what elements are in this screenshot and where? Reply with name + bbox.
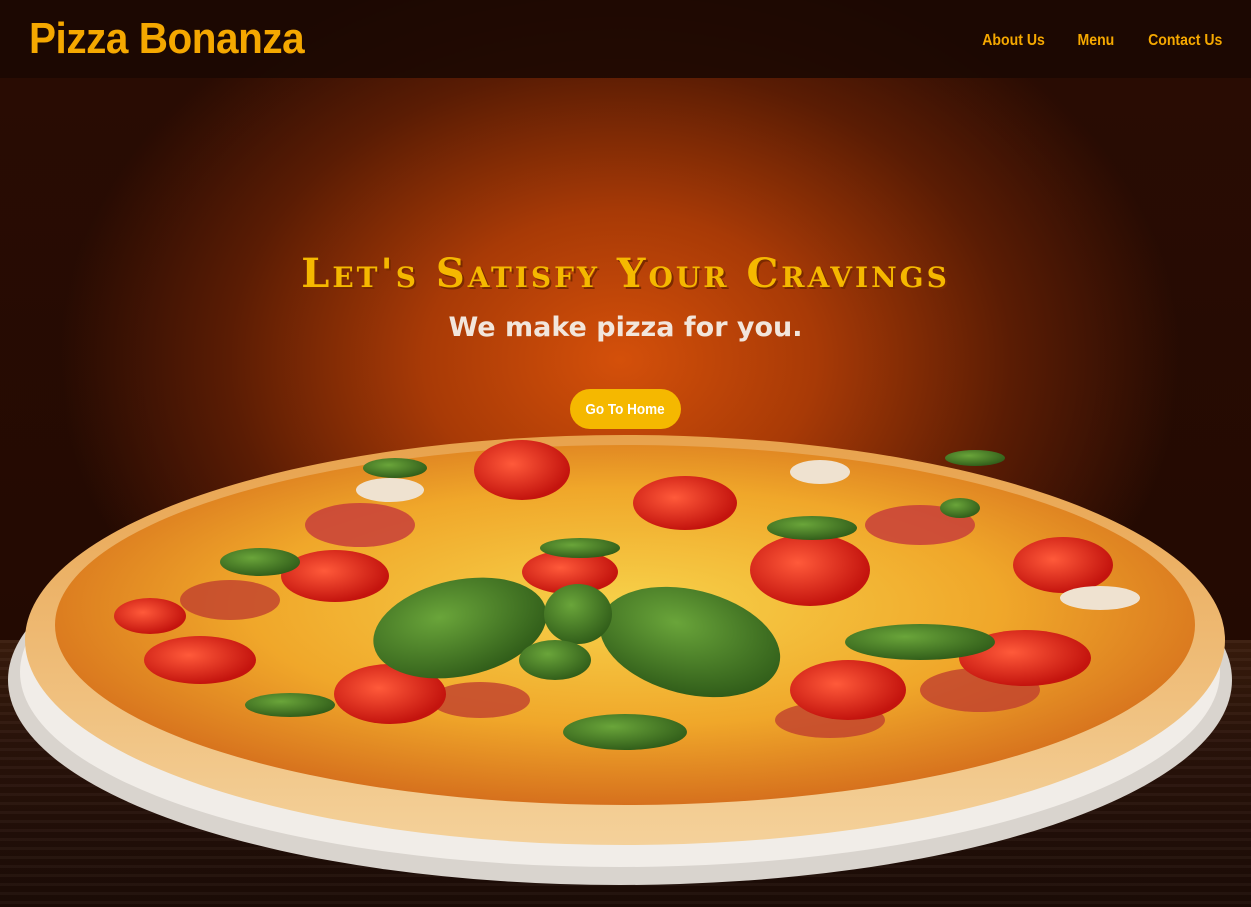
brand-logo[interactable]: Pizza Bonanza xyxy=(29,14,305,64)
hero-subtitle: We make pizza for you. xyxy=(448,312,803,343)
nav-link-menu[interactable]: Menu xyxy=(1077,32,1114,50)
hero-title: Let's Satisfy Your Cravings xyxy=(301,250,950,297)
nav-links: About Us Menu Contact Us xyxy=(978,32,1227,50)
top-navbar: Pizza Bonanza About Us Menu Contact Us xyxy=(0,0,1251,78)
nav-link-contact-us[interactable]: Contact Us xyxy=(1148,32,1222,50)
go-to-home-button[interactable]: Go To Home xyxy=(570,389,681,429)
go-to-home-label: Go To Home xyxy=(585,400,666,418)
pizza-photo xyxy=(8,435,1232,885)
nav-link-about-us[interactable]: About Us xyxy=(982,32,1045,50)
landing-page: Pizza Bonanza About Us Menu Contact Us L… xyxy=(0,0,1251,907)
